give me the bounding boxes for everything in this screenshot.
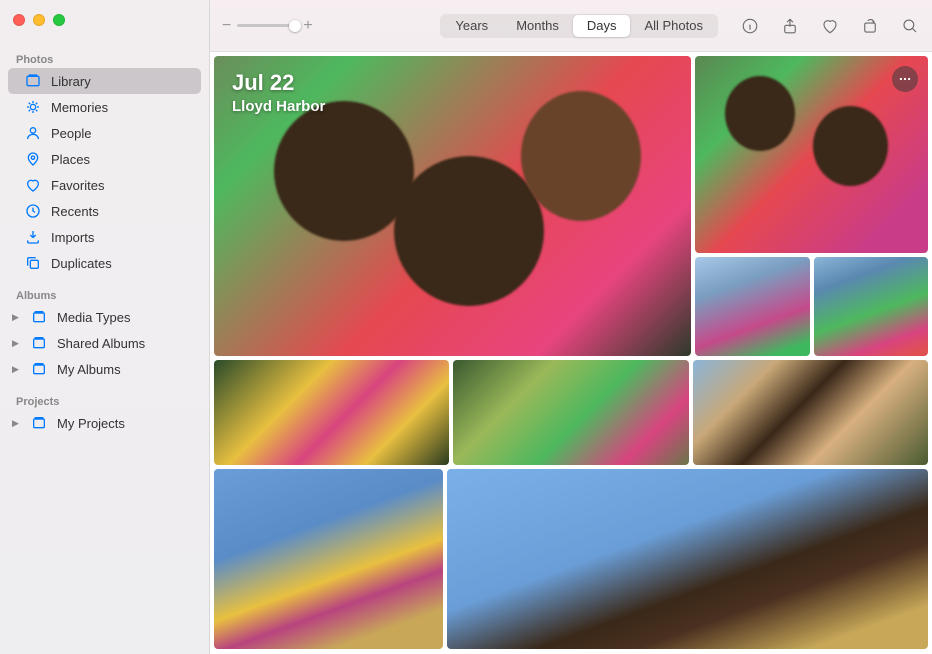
sidebar-item-favorites[interactable]: Favorites <box>8 172 201 198</box>
photo-thumbnail[interactable] <box>695 56 928 253</box>
sidebar-item-label: Media Types <box>57 310 130 325</box>
window-controls <box>0 8 209 48</box>
segment-years[interactable]: Years <box>441 15 502 37</box>
favorites-icon <box>24 176 42 194</box>
memories-icon <box>24 98 42 116</box>
sidebar-item-places[interactable]: Places <box>8 146 201 172</box>
people-icon <box>24 124 42 142</box>
photo-thumbnail[interactable] <box>447 469 928 649</box>
sidebar-item-label: Imports <box>51 230 94 245</box>
zoom-in-button[interactable]: + <box>303 17 312 35</box>
rotate-icon[interactable] <box>860 16 880 36</box>
sidebar-item-label: My Albums <box>57 362 121 377</box>
places-icon <box>24 150 42 168</box>
photo-thumbnail[interactable]: Jul 22 Lloyd Harbor <box>214 56 691 356</box>
sidebar-item-label: Recents <box>51 204 99 219</box>
album-icon <box>30 360 48 378</box>
day-header: Jul 22 Lloyd Harbor <box>232 70 325 115</box>
main-area: − + Years Months Days All Photos <box>210 0 932 654</box>
toolbar-actions <box>740 16 920 36</box>
chevron-right-icon: ▶ <box>12 364 21 375</box>
sidebar-item-shared-albums[interactable]: ▶ Shared Albums <box>8 330 201 356</box>
date-label: Jul 22 <box>232 70 325 96</box>
photo-thumbnail[interactable] <box>695 257 809 356</box>
duplicates-icon <box>24 254 42 272</box>
sidebar-item-duplicates[interactable]: Duplicates <box>8 250 201 276</box>
album-icon <box>30 334 48 352</box>
imports-icon <box>24 228 42 246</box>
view-segmented-control: Years Months Days All Photos <box>440 14 718 38</box>
photo-thumbnail[interactable] <box>693 360 928 465</box>
sidebar-item-label: Memories <box>51 100 108 115</box>
toolbar: − + Years Months Days All Photos <box>210 0 932 52</box>
photo-thumbnail[interactable] <box>814 257 928 356</box>
chevron-right-icon: ▶ <box>12 418 21 429</box>
info-icon[interactable] <box>740 16 760 36</box>
photos-window: Photos Library Memories People Places <box>0 0 932 654</box>
sidebar-item-recents[interactable]: Recents <box>8 198 201 224</box>
favorite-icon[interactable] <box>820 16 840 36</box>
segment-months[interactable]: Months <box>502 15 573 37</box>
location-label: Lloyd Harbor <box>232 98 325 115</box>
recents-icon <box>24 202 42 220</box>
sidebar-item-label: Favorites <box>51 178 104 193</box>
sidebar-item-people[interactable]: People <box>8 120 201 146</box>
fullscreen-button[interactable] <box>53 14 65 26</box>
photo-thumbnail[interactable] <box>453 360 688 465</box>
library-icon <box>24 72 42 90</box>
minimize-button[interactable] <box>33 14 45 26</box>
album-icon <box>30 414 48 432</box>
search-icon[interactable] <box>900 16 920 36</box>
sidebar-item-memories[interactable]: Memories <box>8 94 201 120</box>
segment-all-photos[interactable]: All Photos <box>630 15 717 37</box>
zoom-out-button[interactable]: − <box>222 17 231 35</box>
chevron-right-icon: ▶ <box>12 338 21 349</box>
sidebar-item-label: Places <box>51 152 90 167</box>
chevron-right-icon: ▶ <box>12 312 21 323</box>
sidebar-item-label: Duplicates <box>51 256 112 271</box>
section-header-photos: Photos <box>0 48 209 68</box>
album-icon <box>30 308 48 326</box>
sidebar-item-media-types[interactable]: ▶ Media Types <box>8 304 201 330</box>
more-button[interactable] <box>892 66 918 92</box>
sidebar-item-my-albums[interactable]: ▶ My Albums <box>8 356 201 382</box>
zoom-slider-thumb[interactable] <box>289 20 301 32</box>
photo-thumbnail[interactable] <box>214 360 449 465</box>
photo-thumbnail[interactable] <box>214 469 443 649</box>
section-header-projects: Projects <box>0 390 209 410</box>
sidebar-item-label: My Projects <box>57 416 125 431</box>
zoom-slider[interactable] <box>237 24 297 27</box>
sidebar: Photos Library Memories People Places <box>0 0 210 654</box>
sidebar-item-label: Shared Albums <box>57 336 145 351</box>
zoom-control: − + <box>222 17 313 35</box>
sidebar-item-library[interactable]: Library <box>8 68 201 94</box>
segment-days[interactable]: Days <box>573 15 631 37</box>
sidebar-item-imports[interactable]: Imports <box>8 224 201 250</box>
photo-grid[interactable]: Jul 22 Lloyd Harbor <box>210 52 932 654</box>
close-button[interactable] <box>13 14 25 26</box>
section-header-albums: Albums <box>0 284 209 304</box>
sidebar-item-label: People <box>51 126 91 141</box>
share-icon[interactable] <box>780 16 800 36</box>
sidebar-item-my-projects[interactable]: ▶ My Projects <box>8 410 201 436</box>
sidebar-item-label: Library <box>51 74 91 89</box>
